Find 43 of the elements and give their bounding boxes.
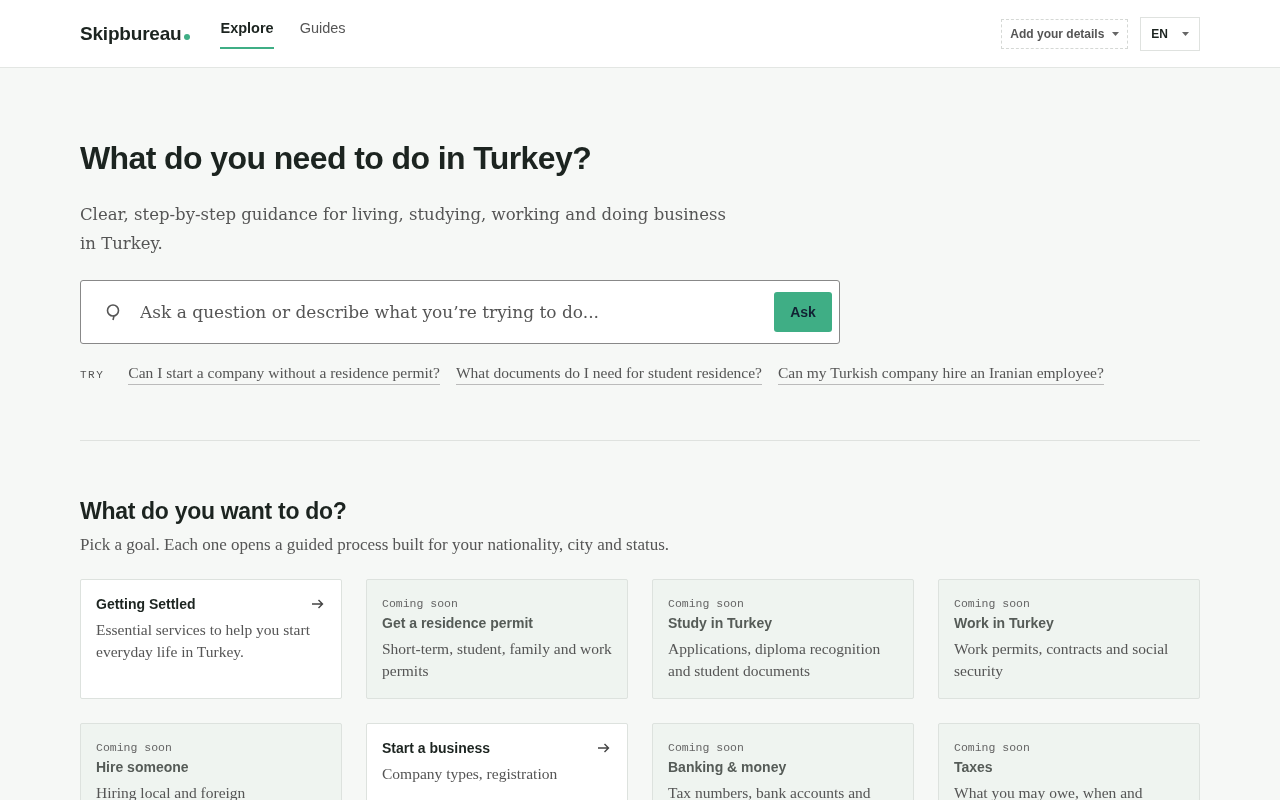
section-title: What do you want to do? bbox=[80, 498, 348, 525]
suggestion-link[interactable]: Can I start a company without a residence permit? bbox=[128, 364, 440, 385]
add-details-button[interactable]: Add your details bbox=[1001, 18, 1129, 49]
dot-icon bbox=[184, 33, 191, 40]
search-field[interactable]: Ask a question or describe what you’re trying to do... Ask bbox=[80, 280, 840, 344]
card-title: Getting Settled bbox=[96, 596, 196, 612]
try-label: TRY bbox=[80, 368, 105, 381]
caret-icon bbox=[1112, 31, 1120, 36]
card-description: Applications, diploma recognition and student documents bbox=[668, 639, 882, 681]
coming-soon-label: Coming soon bbox=[668, 741, 745, 754]
card-title: Hire someone bbox=[96, 759, 190, 775]
card-title: Study in Turkey bbox=[668, 615, 773, 631]
card-description: Tax numbers, bank accounts and bbox=[668, 783, 872, 800]
arrow-right-icon bbox=[598, 743, 610, 753]
coming-soon-label: Coming soon bbox=[382, 597, 459, 610]
card-title: Start a business bbox=[382, 740, 491, 756]
nav-tab[interactable]: Explore bbox=[220, 0, 274, 49]
nav-tab[interactable]: Guides bbox=[299, 0, 346, 49]
caret-icon bbox=[1182, 31, 1189, 36]
language-select[interactable]: EN bbox=[1140, 16, 1200, 51]
card-title: Get a residence permit bbox=[382, 615, 534, 631]
card-title: Banking & money bbox=[668, 759, 788, 775]
suggestion-link[interactable]: What documents do I need for student residence? bbox=[455, 364, 762, 385]
coming-soon-label: Coming soon bbox=[96, 741, 173, 754]
coming-soon-label: Coming soon bbox=[954, 741, 1031, 754]
suggestion-link[interactable]: Can my Turkish company hire an Iranian employee? bbox=[777, 364, 1104, 385]
goal-card[interactable]: Start a business Company types, registration bbox=[366, 723, 628, 800]
ask-button[interactable]: Ask bbox=[774, 292, 832, 332]
section-subtitle: Pick a goal. Each one opens a guided process built for your nationality, city and status. bbox=[80, 535, 671, 555]
chat-bubble-icon bbox=[105, 303, 121, 321]
card-description: Short-term, student, family and work permits bbox=[382, 639, 612, 681]
card-title: Work in Turkey bbox=[954, 615, 1055, 631]
page-subtitle: Clear, step-by-step guidance for living, studying, working and doing business in Turkey. bbox=[80, 204, 727, 255]
card-description: Work permits, contracts and social security bbox=[954, 639, 1170, 681]
page-title: What do you need to do in Turkey? bbox=[80, 139, 593, 178]
coming-soon-label: Coming soon bbox=[668, 597, 745, 610]
card-title: Taxes bbox=[954, 759, 994, 775]
coming-soon-label: Coming soon bbox=[954, 597, 1031, 610]
card-description: Essential services to help you start everyday life in Turkey. bbox=[96, 620, 311, 662]
goal-card[interactable]: Getting Settled Essential services to help you start everyday life in Turkey. bbox=[80, 579, 342, 699]
card-description: Company types, registration bbox=[382, 764, 559, 784]
arrow-right-icon bbox=[312, 599, 324, 609]
logo[interactable]: Skipbureau bbox=[80, 22, 182, 45]
